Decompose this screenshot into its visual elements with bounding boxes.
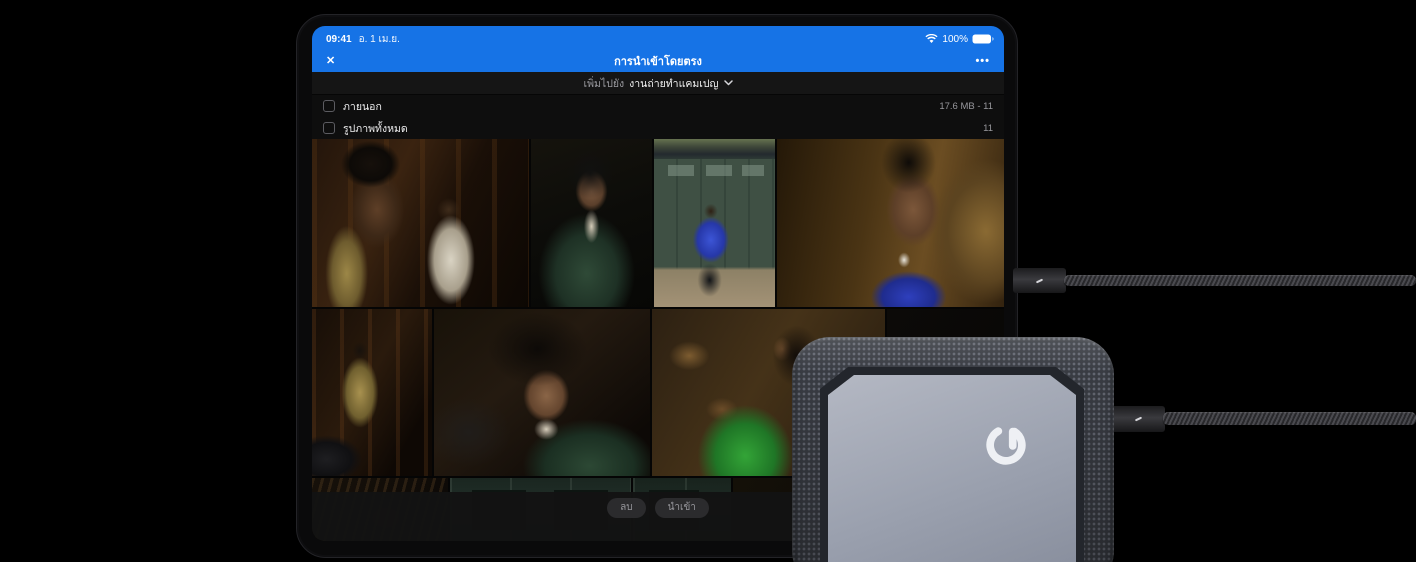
photo-thumbnail[interactable]	[777, 139, 1004, 307]
battery-percent: 100%	[942, 34, 968, 45]
wifi-icon	[925, 34, 938, 44]
status-bar: 09:41 อ. 1 เม.ย. 100%	[312, 26, 1004, 49]
battery-icon	[972, 34, 994, 44]
usb-c-connector-ipad	[1013, 268, 1066, 293]
import-header: 09:41 อ. 1 เม.ย. 100%	[312, 26, 1004, 72]
status-date: อ. 1 เม.ย.	[359, 32, 400, 47]
group-row-all-photos[interactable]: รูปภาพทั้งหมด 11	[312, 117, 1004, 139]
checkbox-all-photos[interactable]	[323, 122, 335, 134]
checkbox-external[interactable]	[323, 100, 335, 112]
status-time: 09:41	[326, 34, 352, 45]
thunderbolt-icon	[1036, 278, 1043, 283]
photo-thumbnail[interactable]	[654, 139, 775, 307]
grid-row	[312, 139, 1004, 307]
photo-thumbnail[interactable]	[434, 309, 650, 476]
usb-c-connector-drive	[1111, 406, 1165, 432]
chevron-down-icon	[724, 80, 733, 86]
cable-to-ipad	[1064, 275, 1416, 286]
group-label: ภายนอก	[343, 98, 382, 115]
album-selector[interactable]: เพิ่มไปยัง งานถ่ายทำแคมเปญ	[312, 72, 1004, 95]
group-detail: 17.6 MB - 11	[939, 101, 993, 112]
thunderbolt-icon	[1134, 417, 1141, 422]
drive-metal-panel	[828, 375, 1076, 562]
photo-thumbnail[interactable]	[531, 139, 652, 307]
page-title: การนำเข้าโดยตรง	[312, 52, 1004, 70]
external-drive	[792, 337, 1114, 562]
gdrive-logo-icon	[982, 421, 1030, 469]
add-to-label: เพิ่มไปยัง	[583, 75, 624, 92]
group-detail: 11	[983, 123, 993, 134]
cable-to-drive	[1163, 412, 1416, 425]
delete-button[interactable]: ลบ	[607, 498, 645, 518]
group-row-external[interactable]: ภายนอก 17.6 MB - 11	[312, 95, 1004, 117]
photo-thumbnail[interactable]	[312, 139, 529, 307]
album-name: งานถ่ายทำแคมเปญ	[629, 75, 718, 92]
photo-thumbnail[interactable]	[312, 309, 432, 476]
import-group-list: ภายนอก 17.6 MB - 11 รูปภาพทั้งหมด 11	[312, 95, 1004, 139]
group-label: รูปภาพทั้งหมด	[343, 120, 408, 137]
scene: 09:41 อ. 1 เม.ย. 100%	[0, 0, 1416, 562]
nav-bar: ✕ การนำเข้าโดยตรง •••	[312, 49, 1004, 72]
import-button[interactable]: นำเข้า	[655, 498, 709, 518]
